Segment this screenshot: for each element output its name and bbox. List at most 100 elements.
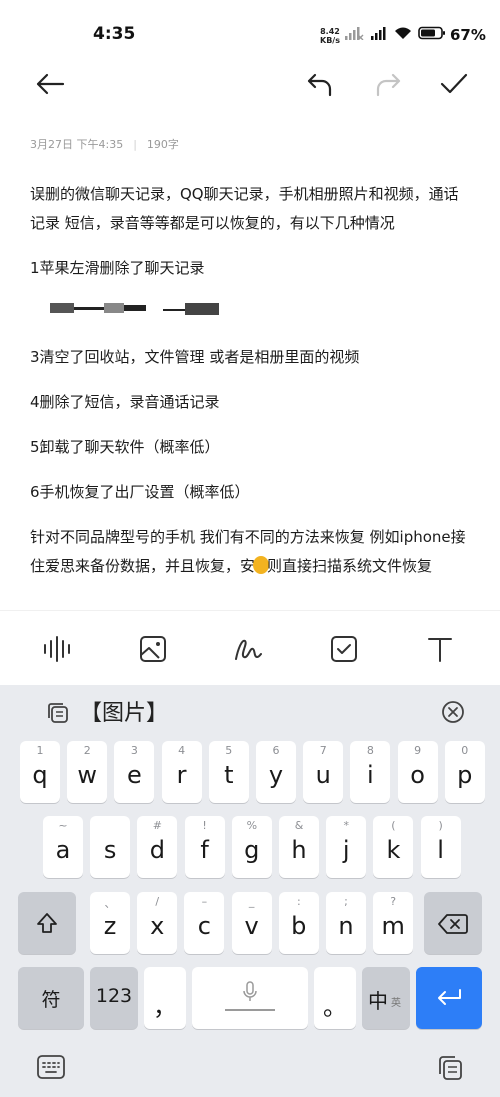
key-w[interactable]: 2w <box>67 741 108 803</box>
candidate-suggestion[interactable]: 【图片】 <box>80 695 168 727</box>
enter-key[interactable] <box>416 967 482 1029</box>
close-icon[interactable] <box>440 699 466 729</box>
clipboard-icon[interactable] <box>46 701 70 729</box>
note-paragraph[interactable]: 针对不同品牌型号的手机 我们有不同的方法来恢复 例如iphone接住爱思来备份数… <box>30 523 470 581</box>
key-u[interactable]: 7u <box>303 741 344 803</box>
checklist-button[interactable] <box>324 629 364 669</box>
key-hint: % <box>246 819 258 832</box>
status-bar: 4:35 8.42 KB/s 67% <box>0 0 500 70</box>
key-p[interactable]: 0p <box>444 741 485 803</box>
key-a[interactable]: ~ a <box>43 816 83 878</box>
key-h[interactable]: & h <box>279 816 319 878</box>
key-label: v <box>244 912 259 940</box>
key-hint: & <box>294 819 304 832</box>
checkbox-icon <box>331 636 357 662</box>
note-paragraph[interactable]: 误删的微信聊天记录，QQ聊天记录，手机相册照片和视频，通话记录 短信，录音等等都… <box>30 180 470 238</box>
word-count: 190字 <box>146 138 179 151</box>
key-r[interactable]: 4r <box>161 741 202 803</box>
network-speed: 8.42 KB/s <box>320 27 340 45</box>
image-fragment <box>74 307 104 310</box>
clipboard-icon[interactable] <box>436 1054 464 1086</box>
period-key[interactable]: 。 <box>314 967 356 1029</box>
signal-off-icon <box>345 27 364 40</box>
shift-key[interactable] <box>18 892 76 954</box>
key-hint: 0 <box>461 744 469 757</box>
key-s[interactable]: s <box>90 816 131 878</box>
key-label: l <box>437 836 444 864</box>
back-button[interactable] <box>28 62 72 106</box>
key-hint: ? <box>390 895 397 908</box>
battery-icon <box>418 26 445 40</box>
numbers-key[interactable]: 123 <box>90 967 138 1029</box>
key-l[interactable]: ) l <box>420 816 461 878</box>
draw-button[interactable] <box>228 629 268 669</box>
key-i[interactable]: 8i <box>350 741 391 803</box>
note-paragraph[interactable]: 6手机恢复了出厂设置（概率低） <box>30 478 470 507</box>
key-g[interactable]: % g <box>231 816 272 878</box>
key-t[interactable]: 5t <box>208 741 249 803</box>
note-paragraph[interactable]: 5卸载了聊天软件（概率低） <box>30 433 470 462</box>
microphone-icon <box>243 981 257 1001</box>
key-o[interactable]: 9o <box>397 741 438 803</box>
shift-icon <box>37 913 57 933</box>
key-x[interactable]: / x <box>137 892 178 954</box>
key-hint: 3 <box>130 744 138 757</box>
key-q[interactable]: 1q <box>20 741 60 803</box>
note-paragraph[interactable]: 4删除了短信，录音通话记录 <box>30 388 470 417</box>
space-key[interactable] <box>192 967 308 1029</box>
done-button[interactable] <box>432 62 476 106</box>
soft-keyboard: 【图片】 1q2w3e4r5t6y7u8i9o0p ~ a s # d! f% g & h * j(… <box>0 685 500 1097</box>
key-k[interactable]: (k <box>373 816 414 878</box>
key-hint: ! <box>202 819 207 832</box>
note-paragraph[interactable]: 1苹果左滑删除了聊天记录 <box>30 254 470 283</box>
key-c[interactable]: – c <box>184 892 225 954</box>
backspace-key[interactable] <box>424 892 482 954</box>
key-label: r <box>176 761 187 789</box>
note-date: 3月27日 下午4:35 <box>30 138 124 151</box>
note-body[interactable]: 误删的微信聊天记录，QQ聊天记录，手机相册照片和视频，通话记录 短信，录音等等都… <box>30 180 470 597</box>
insert-image-button[interactable] <box>133 629 173 669</box>
symbols-key[interactable]: 符 <box>18 967 84 1029</box>
key-hint: ; <box>344 895 348 908</box>
key-hint: 7 <box>319 744 327 757</box>
key-hint: # <box>152 819 162 832</box>
key-f[interactable]: ! f <box>184 816 225 878</box>
image-icon <box>140 636 166 662</box>
voice-button[interactable] <box>37 629 77 669</box>
embedded-image[interactable] <box>30 297 470 327</box>
key-label: o <box>410 761 425 789</box>
key-hint: 8 <box>366 744 374 757</box>
backspace-icon <box>438 914 468 934</box>
key-v[interactable]: _ v <box>231 892 272 954</box>
key-y[interactable]: 6y <box>256 741 296 803</box>
key-hint: : <box>296 895 301 908</box>
note-paragraph[interactable]: 3清空了回收站，文件管理 或者是相册里面的视频 <box>30 343 470 372</box>
key-hint: * <box>343 819 349 832</box>
note-meta: 3月27日 下午4:35 | 190字 <box>30 136 179 152</box>
text-format-button[interactable] <box>420 629 460 669</box>
redo-button[interactable] <box>366 62 410 106</box>
undo-icon <box>307 73 332 97</box>
key-label: t <box>224 761 234 789</box>
keyboard-switch-icon[interactable] <box>36 1054 66 1084</box>
keyboard-candidate-bar: 【图片】 <box>0 685 500 739</box>
key-j[interactable]: * j <box>326 816 367 878</box>
key-hint: 4 <box>178 744 186 757</box>
key-e[interactable]: 3e <box>114 741 155 803</box>
image-fragment <box>163 309 185 311</box>
comma-key[interactable]: ， <box>144 967 186 1029</box>
key-b[interactable]: :b <box>278 892 319 954</box>
key-m[interactable]: ? m <box>373 892 414 954</box>
image-fragment <box>50 303 74 313</box>
key-label: j <box>342 836 350 864</box>
key-label: m <box>381 912 405 940</box>
undo-button[interactable] <box>298 62 342 106</box>
key-n[interactable]: ; n <box>326 892 366 954</box>
check-icon <box>440 73 468 94</box>
language-toggle-key[interactable]: 中 英 <box>362 967 410 1029</box>
meta-separator: | <box>133 137 137 151</box>
enter-icon <box>438 989 461 1005</box>
key-d[interactable]: # d <box>137 816 178 878</box>
key-z[interactable]: 、 z <box>90 892 130 954</box>
key-label: a <box>55 836 71 864</box>
